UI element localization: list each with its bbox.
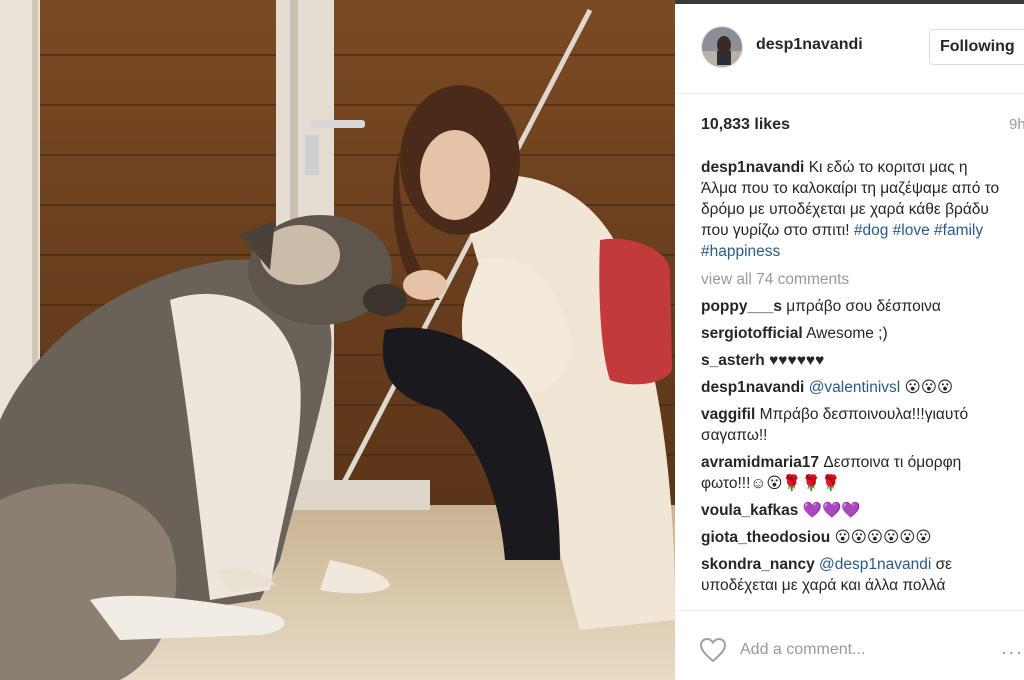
view-all-comments-link[interactable]: view all 74 comments: [701, 269, 1006, 290]
comment-username[interactable]: s_asterh: [701, 352, 765, 369]
post-caption: desp1navandi Κι εδώ το κοριτσι μας η Άλμ…: [701, 157, 1006, 262]
comment-username[interactable]: voula_kafkas: [701, 502, 798, 519]
avatar-image: [702, 27, 742, 67]
more-options-icon[interactable]: ...: [1001, 637, 1024, 660]
photo-illustration: [0, 0, 675, 680]
comment-item: desp1navandi @valentinivsl 😮😮😮: [701, 377, 1006, 398]
comment-username[interactable]: vaggifil: [701, 406, 755, 423]
comment-username[interactable]: desp1navandi: [701, 379, 804, 396]
comment-text: ♥♥♥♥♥♥: [769, 352, 825, 369]
following-button[interactable]: Following: [929, 29, 1024, 65]
comment-mention[interactable]: @desp1navandi: [819, 556, 931, 573]
post-username[interactable]: desp1navandi: [756, 36, 863, 54]
post-photo[interactable]: [0, 0, 675, 680]
heart-icon[interactable]: [699, 637, 727, 663]
comment-username[interactable]: skondra_nancy: [701, 556, 815, 573]
comment-text: 😮😮😮: [904, 379, 954, 396]
comment-username[interactable]: sergiotofficial: [701, 325, 803, 342]
comment-item: skondra_nancy @desp1navandi σε υποδέχετα…: [701, 554, 1006, 596]
hashtag-family[interactable]: #family: [934, 222, 983, 239]
hashtag-happiness[interactable]: #happiness: [701, 243, 780, 260]
hashtag-dog[interactable]: #dog: [854, 222, 888, 239]
avatar[interactable]: [701, 26, 743, 68]
comments-list: desp1navandi Κι εδώ το κοριτσι μας η Άλμ…: [701, 157, 1006, 602]
post-side-panel: desp1navandi Following 10,833 likes 9h d…: [675, 0, 1024, 680]
comment-username[interactable]: avramidmaria17: [701, 454, 819, 471]
caption-username[interactable]: desp1navandi: [701, 159, 804, 176]
comment-username[interactable]: poppy___s: [701, 298, 782, 315]
likes-count[interactable]: 10,833 likes: [701, 116, 790, 134]
post-time[interactable]: 9h: [1009, 116, 1024, 133]
comment-text: Awesome ;): [806, 325, 888, 342]
comment-item: avramidmaria17 Δεσποινα τι όμορφη φωτο!!…: [701, 452, 1006, 494]
comment-text: 💜💜💜: [802, 502, 861, 519]
add-comment-input[interactable]: Add a comment...: [740, 641, 865, 659]
comment-item: giota_theodosiou 😮😮😮😮😮😮: [701, 527, 1006, 548]
comment-text: μπράβο σου δέσποινα: [786, 298, 941, 315]
comment-text: 😮😮😮😮😮😮: [834, 529, 932, 546]
comment-item: poppy___s μπράβο σου δέσποινα: [701, 296, 1006, 317]
post-header: desp1navandi Following: [675, 4, 1024, 94]
comment-item: s_asterh ♥♥♥♥♥♥: [701, 350, 1006, 371]
post-footer: Add a comment... ...: [675, 610, 1024, 680]
hashtag-love[interactable]: #love: [893, 222, 930, 239]
comment-item: voula_kafkas 💜💜💜: [701, 500, 1006, 521]
comment-mention[interactable]: @valentinivsl: [809, 379, 901, 396]
comment-item: sergiotofficial Awesome ;): [701, 323, 1006, 344]
comment-item: vaggifil Μπράβο δεσποινουλα!!!γιαυτό σαγ…: [701, 404, 1006, 446]
comment-username[interactable]: giota_theodosiou: [701, 529, 830, 546]
